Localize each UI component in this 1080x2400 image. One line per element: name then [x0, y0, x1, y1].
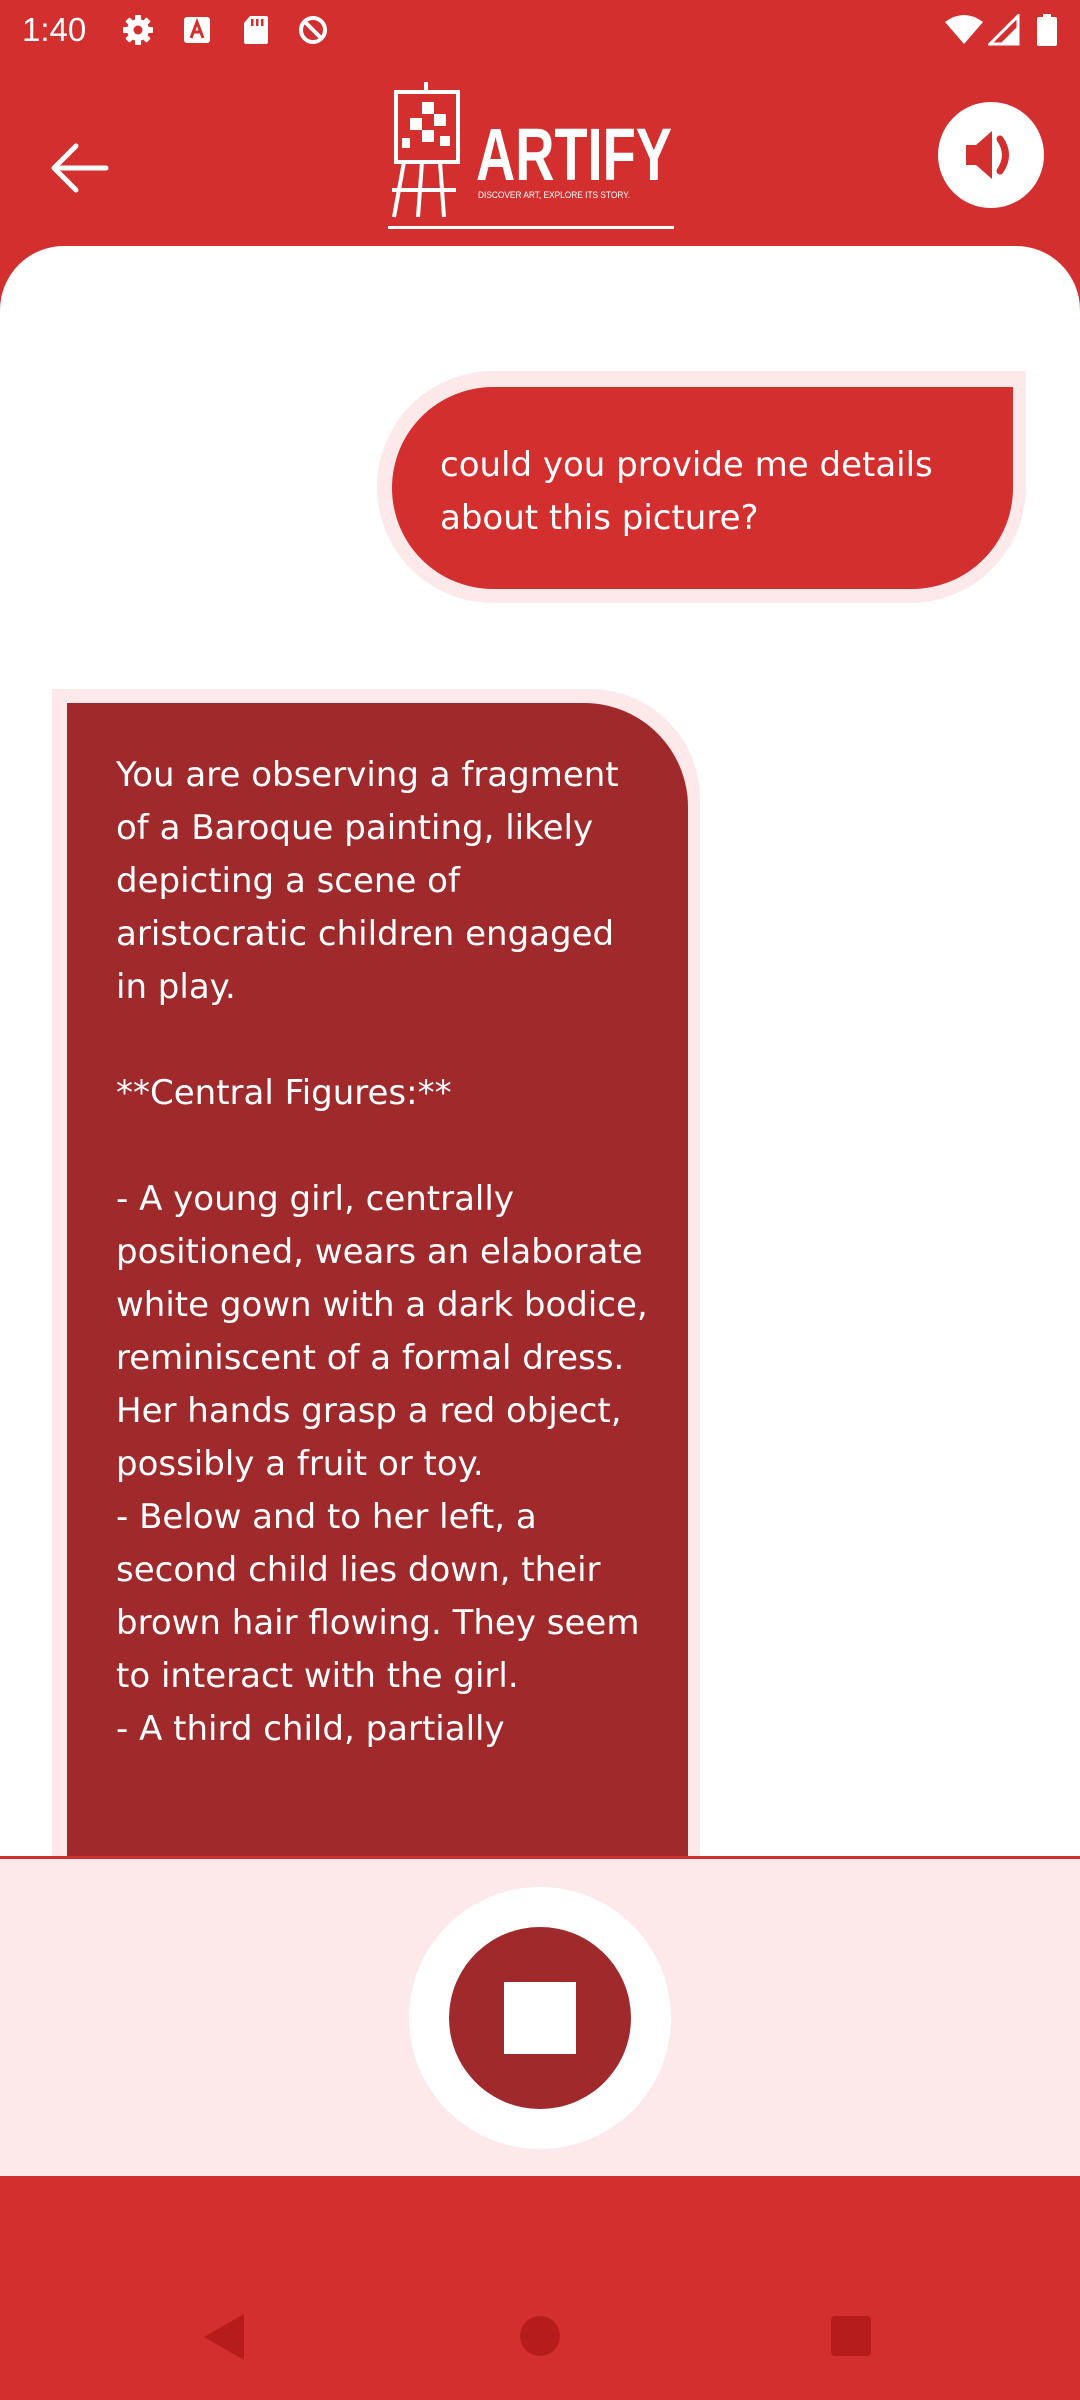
nav-home-button[interactable] — [520, 2316, 560, 2356]
no-entry-icon — [299, 16, 327, 44]
sd-card-icon — [244, 16, 268, 44]
status-bar: 1:40 — [0, 0, 1080, 64]
arrow-left-icon — [51, 143, 109, 193]
chat-panel: could you provide me details about this … — [0, 246, 1080, 1856]
ai-message-bubble: You are observing a fragment of a Baroqu… — [67, 703, 688, 1856]
app-logo: ARTIFY DISCOVER ART, EXPLORE ITS STORY. — [384, 72, 684, 232]
user-message-bubble: could you provide me details about this … — [392, 387, 1013, 589]
nav-back-button[interactable] — [202, 2312, 246, 2362]
wifi-icon — [945, 15, 983, 44]
app-header: ARTIFY DISCOVER ART, EXPLORE ITS STORY. — [0, 64, 1080, 254]
logo-tagline: DISCOVER ART, EXPLORE ITS STORY. — [478, 190, 630, 200]
navigation-bar — [0, 2176, 1080, 2400]
sound-button[interactable] — [938, 102, 1044, 208]
back-button[interactable] — [38, 126, 122, 210]
status-time: 1:40 — [22, 11, 87, 48]
cellular-signal-icon — [988, 14, 1020, 46]
easel-logo-icon: ARTIFY DISCOVER ART, EXPLORE ITS STORY. — [388, 82, 674, 229]
logo-wordmark: ARTIFY — [476, 113, 672, 196]
volume-icon — [966, 131, 1009, 179]
battery-icon — [1037, 14, 1057, 46]
nav-recents-button[interactable] — [831, 2316, 871, 2356]
stop-button[interactable] — [449, 1927, 631, 2109]
text-a-icon — [184, 17, 210, 43]
triangle-back-icon — [204, 2314, 244, 2360]
stop-icon — [504, 1982, 576, 2054]
bottom-controls — [0, 1856, 1080, 2176]
gear-icon — [123, 15, 153, 45]
ai-message-text: You are observing a fragment of a Baroqu… — [116, 755, 648, 1749]
user-message-text: could you provide me details about this … — [440, 445, 933, 538]
